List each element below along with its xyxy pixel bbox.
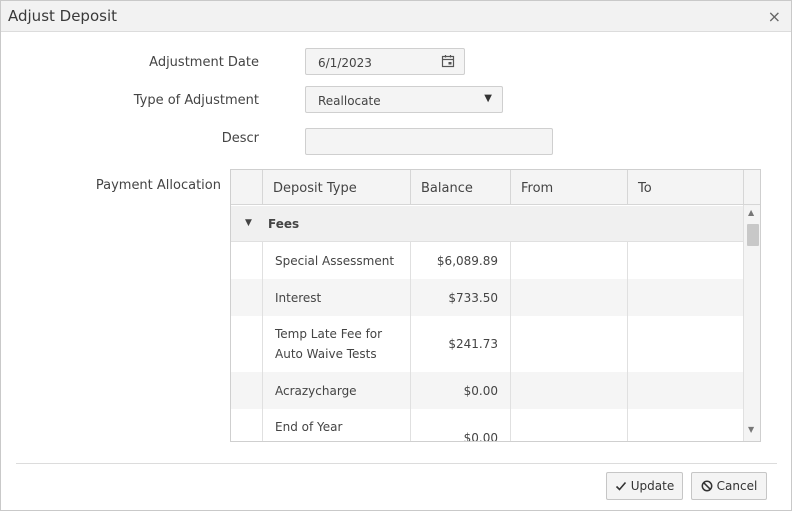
grid-scrollbar[interactable]: ▲ ▼ [743,205,760,441]
to-cell[interactable] [627,316,743,372]
balance-cell: $0.00 [410,409,510,442]
cancel-button-label: Cancel [716,479,758,493]
payment-allocation-label: Payment Allocation [95,178,221,193]
dialog-title: Adjust Deposit [8,7,117,25]
scroll-down-arrow-icon[interactable]: ▼ [748,425,754,434]
column-header-balance[interactable]: Balance [410,170,510,205]
type-of-adjustment-label: Type of Adjustment [133,93,259,108]
to-cell[interactable] [627,242,743,279]
close-icon[interactable]: × [768,7,781,26]
balance-text: $6,089.89 [436,254,498,268]
grid-header: Deposit Type Balance From To [231,170,760,205]
table-row[interactable]: End of Year $0.00 [231,409,743,442]
footer-divider [16,463,777,464]
deposit-type-cell: End of Year [262,409,410,441]
table-row[interactable]: Special Assessment $6,089.89 [231,242,743,279]
group-name: Fees [268,217,300,231]
from-cell[interactable] [510,409,627,441]
column-header-spacer [743,170,760,205]
type-of-adjustment-select[interactable]: Reallocate ▼ [305,86,503,113]
deposit-type-text: Acrazycharge [275,384,357,398]
table-row[interactable]: Interest $733.50 [231,279,743,316]
table-row[interactable]: Temp Late Fee for Auto Waive Tests $241.… [231,316,743,372]
payment-allocation-grid: Deposit Type Balance From To ▼ Fees Spec… [230,169,761,442]
column-header-to[interactable]: To [627,170,743,205]
from-cell[interactable] [510,279,627,316]
dialog-titlebar: Adjust Deposit × [1,1,791,32]
deposit-type-cell: Special Assessment [262,242,410,279]
balance-text: $0.00 [463,431,498,442]
to-cell[interactable] [627,279,743,316]
to-cell[interactable] [627,409,743,441]
type-of-adjustment-value: Reallocate [318,94,381,108]
adjustment-date-label: Adjustment Date [149,55,259,70]
adjustment-date-input[interactable]: 6/1/2023 [305,48,465,75]
deposit-type-cell: Acrazycharge [262,372,410,409]
deposit-type-text: Special Assessment [275,254,395,268]
caret-down-icon: ▼ [484,93,492,104]
from-cell[interactable] [510,242,627,279]
adjustment-date-value: 6/1/2023 [318,56,372,70]
balance-cell: $6,089.89 [410,242,510,279]
balance-text: $241.73 [448,337,498,351]
descr-label: Descr [221,131,259,146]
from-cell[interactable] [510,316,627,372]
adjust-deposit-dialog: Adjust Deposit × Adjustment Date 6/1/202… [0,0,792,511]
column-header-deposit-type[interactable]: Deposit Type [262,170,410,205]
balance-cell: $733.50 [410,279,510,316]
deposit-type-cell: Temp Late Fee for Auto Waive Tests [262,316,410,372]
balance-text: $733.50 [448,291,498,305]
deposit-type-text-line2: Auto Waive Tests [275,347,377,361]
deposit-type-cell: Interest [262,279,410,316]
descr-input[interactable] [305,128,553,155]
cancel-button[interactable]: Cancel [691,472,767,500]
checkmark-icon [615,481,626,491]
table-row[interactable]: Acrazycharge $0.00 [231,372,743,409]
deposit-type-text: End of Year [275,420,343,434]
scroll-up-arrow-icon[interactable]: ▲ [748,208,754,217]
update-button-label: Update [630,479,675,493]
group-row-fees[interactable]: ▼ Fees [231,206,743,242]
balance-text: $0.00 [463,384,498,398]
column-header-from[interactable]: From [510,170,627,205]
balance-cell: $0.00 [410,372,510,409]
update-button[interactable]: Update [606,472,683,500]
balance-cell: $241.73 [410,316,510,372]
calendar-icon[interactable] [441,54,455,68]
to-cell[interactable] [627,372,743,409]
from-cell[interactable] [510,372,627,409]
deposit-type-text: Interest [275,291,322,305]
scrollbar-thumb[interactable] [747,224,759,246]
triangle-down-icon[interactable]: ▼ [245,214,252,232]
deposit-type-text: Temp Late Fee for [275,327,383,341]
ban-icon [701,480,713,492]
